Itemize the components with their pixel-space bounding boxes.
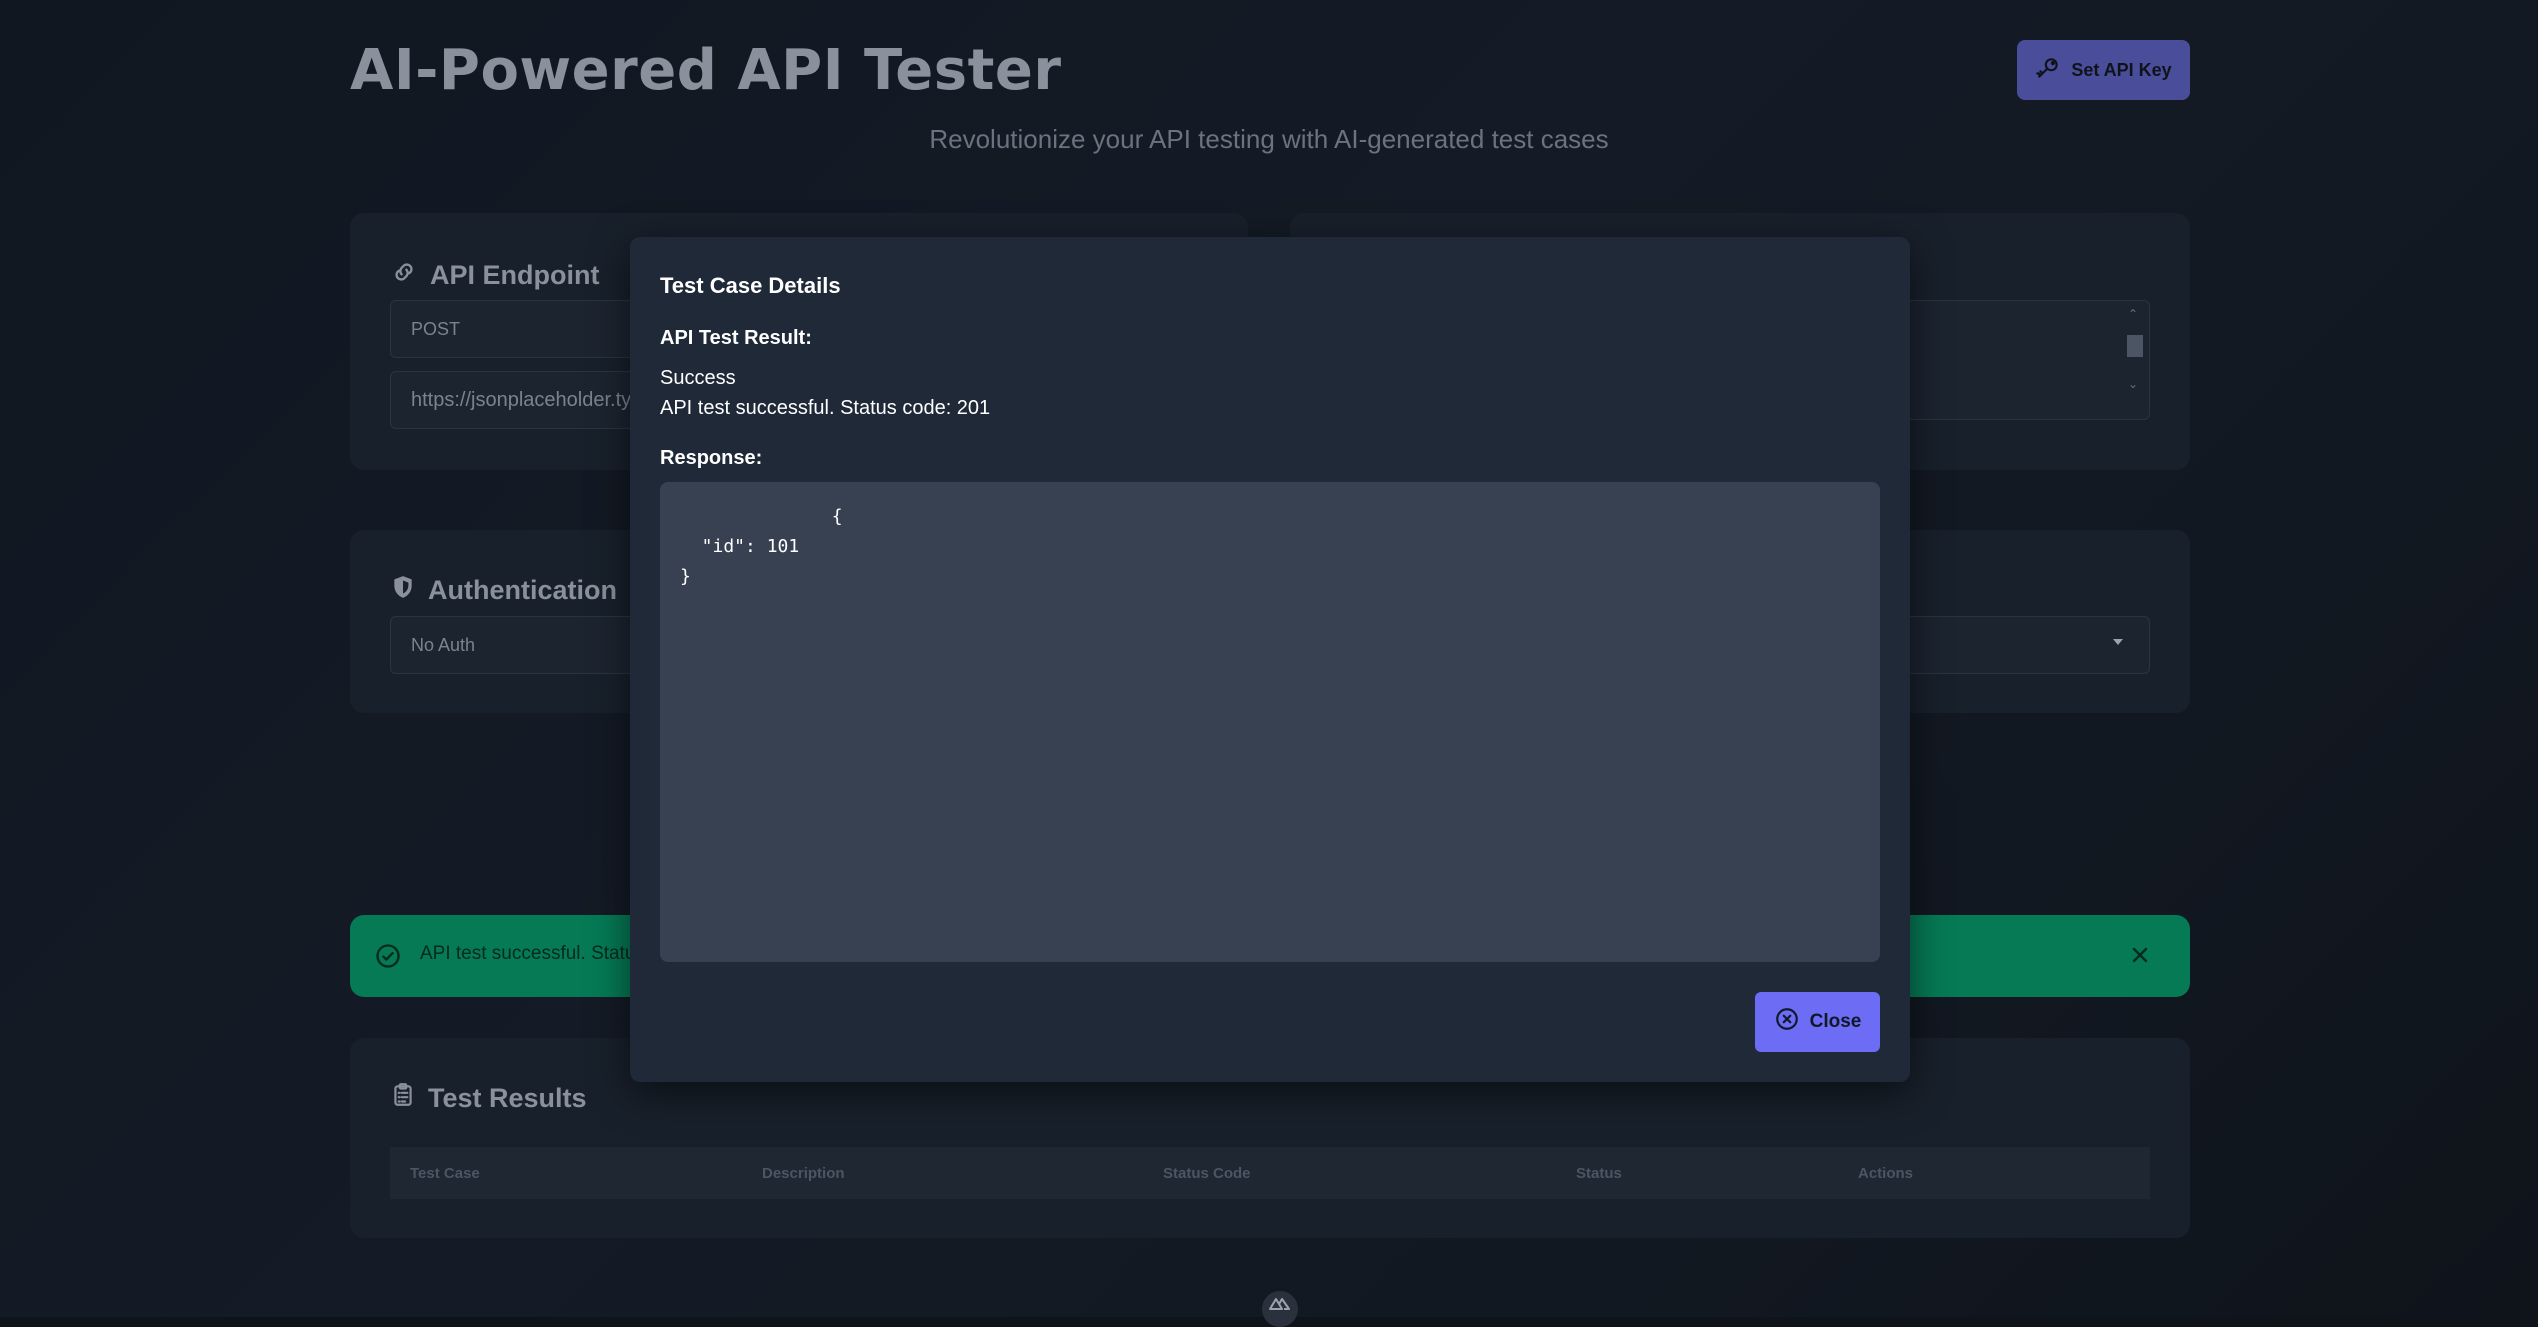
toast-message: API test successful. Statu [420,943,636,964]
method-value: POST [411,318,461,339]
response-box: { "id": 101 } [660,482,1880,962]
authentication-header: Authentication [390,573,617,608]
api-test-result-label: API Test Result: [660,327,812,349]
scroll-up-icon[interactable]: ⌃ [2128,307,2138,321]
page-background: AI-Powered API Tester Revolutionize your… [0,0,2538,1327]
close-icon[interactable] [2128,943,2152,972]
response-body: { "id": 101 } [680,506,843,587]
column-header-status: Status [1576,1165,1622,1182]
page-title: AI-Powered API Tester [350,38,1062,103]
column-header-actions: Actions [1858,1165,1914,1182]
clipboard-icon [390,1080,416,1117]
test-message-text: API test successful. Status code: 201 [660,397,991,419]
column-header-status-code: Status Code [1163,1165,1251,1182]
column-header-test-case: Test Case [410,1165,480,1182]
modal-title: Test Case Details [660,273,841,298]
link-icon [390,258,418,293]
nuxt-logo-icon [1268,1296,1292,1315]
api-endpoint-title: API Endpoint [430,260,600,290]
test-case-details-modal: Test Case Details API Test Result: Succe… [630,237,1910,1082]
scroll-thumb[interactable] [2127,335,2143,357]
test-results-header: Test Results [390,1080,587,1117]
close-button[interactable]: Close [1755,992,1880,1052]
page-subtitle: Revolutionize your API testing with AI-g… [929,124,1609,154]
auth-type-value: No Auth [411,634,476,655]
key-icon [2035,55,2061,86]
response-label: Response: [660,447,763,469]
column-header-description: Description [762,1165,845,1182]
test-status-text: Success [660,367,736,389]
x-circle-icon [1774,1006,1800,1038]
api-endpoint-header: API Endpoint [390,258,599,293]
close-button-label: Close [1809,1011,1862,1032]
shield-icon [390,573,416,608]
authentication-title: Authentication [428,575,617,605]
chevron-down-icon [2113,639,2123,645]
set-api-key-button[interactable]: Set API Key [2017,40,2190,100]
scroll-down-icon[interactable]: ⌄ [2128,377,2138,391]
textarea-scrollbar[interactable]: ⌃ ⌄ [2124,305,2144,415]
url-value: https://jsonplaceholder.ty [411,388,632,411]
set-api-key-label: Set API Key [2071,59,2172,80]
test-results-title: Test Results [428,1083,587,1113]
footer-logo [1262,1291,1298,1327]
check-circle-icon [374,942,402,975]
results-table-header: Test Case Description Status Code Status… [390,1147,2150,1199]
